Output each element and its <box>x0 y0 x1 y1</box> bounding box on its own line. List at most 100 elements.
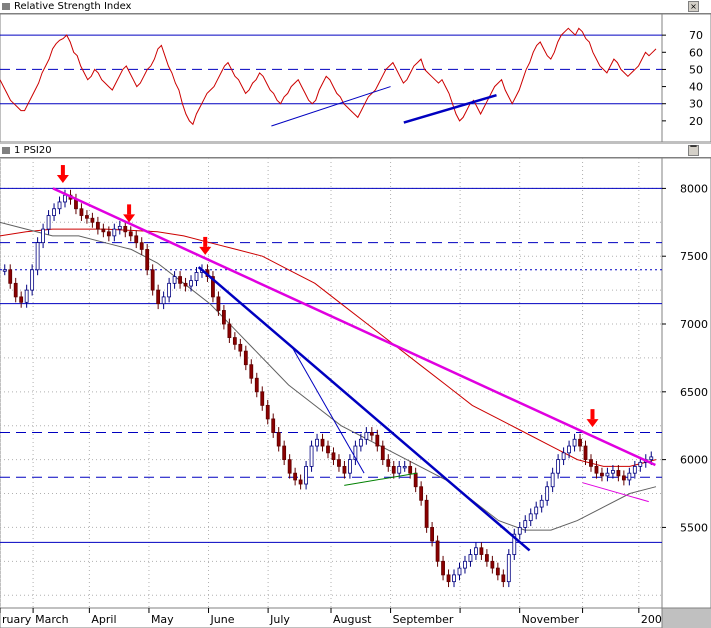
candle-body <box>583 445 588 461</box>
candle-body <box>298 479 303 485</box>
candle-body <box>57 201 62 210</box>
price-chart: 5500 6000 6500 7000 7500 8000 ruary March April M… <box>0 158 711 628</box>
candle-body <box>424 499 429 528</box>
candle-body <box>621 475 626 481</box>
rsi-tick-label: 20 <box>689 115 703 128</box>
candle-body <box>265 404 270 420</box>
price-tick-label: 7500 <box>680 250 708 263</box>
price-tick-label: 6000 <box>680 454 708 467</box>
candle-body <box>348 459 352 474</box>
candle-body <box>479 547 484 555</box>
candle-body <box>282 445 287 461</box>
time-tick-label: July <box>269 613 290 626</box>
candle-body <box>397 465 402 474</box>
time-tick-label: ruary <box>2 613 32 626</box>
candle-body <box>364 432 369 440</box>
price-title: 1 PSI20 <box>14 145 52 156</box>
candle-body <box>320 438 325 447</box>
time-tick-label: August <box>333 613 372 626</box>
candle-body <box>134 235 139 244</box>
candle-body <box>145 249 150 271</box>
candle-body <box>35 242 40 271</box>
rsi-tick-label: 40 <box>689 81 703 94</box>
candle-body <box>463 560 467 569</box>
time-tick-label: May <box>151 613 174 626</box>
time-tick-label: November <box>522 613 580 626</box>
candle-body <box>293 472 298 481</box>
candle-body <box>63 194 67 203</box>
candle-body <box>358 438 363 447</box>
candle-body <box>446 574 451 583</box>
candle-body <box>117 225 122 230</box>
time-tick-label: September <box>393 613 454 626</box>
time-tick-label: March <box>35 613 69 626</box>
candle-body <box>567 445 571 454</box>
candle-body <box>194 272 199 282</box>
rsi-chart: 20 30 40 50 60 70 <box>0 14 711 142</box>
candle-body <box>216 296 221 311</box>
candle-body <box>128 231 133 237</box>
candle-body <box>331 452 336 461</box>
candle-body <box>386 459 391 467</box>
candle-body <box>156 289 161 305</box>
candle-body <box>30 269 35 291</box>
candle-body <box>375 434 380 447</box>
candle-body <box>517 527 522 535</box>
candle-body <box>342 465 347 474</box>
price-tick-label: 6500 <box>680 386 708 399</box>
candle-body <box>41 228 45 244</box>
pane-icon <box>2 3 10 10</box>
candle-body <box>627 472 632 481</box>
candle-body <box>276 432 281 447</box>
candle-body <box>484 554 489 562</box>
time-tick-label: April <box>91 613 116 626</box>
rsi-title: Relative Strength Index <box>14 1 132 12</box>
candle-body <box>254 377 259 393</box>
time-tick-label: 200 <box>641 613 662 626</box>
candle-body <box>539 499 544 508</box>
candle-body <box>441 560 445 576</box>
candle-body <box>123 225 128 233</box>
candle-body <box>534 506 539 515</box>
candle-body <box>611 470 615 474</box>
candle-body <box>309 445 314 467</box>
candle-body <box>243 350 248 366</box>
candle-body <box>649 456 654 461</box>
rsi-axis-area <box>661 14 711 142</box>
candle-body <box>326 445 330 454</box>
candle-body <box>430 527 435 542</box>
candle-body <box>594 465 599 474</box>
candle-body <box>260 391 265 406</box>
price-tick-label: 5500 <box>680 521 708 534</box>
close-icon[interactable]: × <box>688 1 699 12</box>
candle-body <box>545 486 550 501</box>
candle-body <box>90 217 95 223</box>
candle-body <box>556 459 561 474</box>
candle-body <box>402 465 407 469</box>
candle-body <box>249 364 254 379</box>
candle-body <box>139 242 144 250</box>
candle-body <box>8 269 13 284</box>
candle-body <box>501 574 506 583</box>
candle-body <box>150 269 155 291</box>
minimize-icon[interactable]: ▔ <box>688 145 699 156</box>
candle-body <box>106 231 111 237</box>
candle-body <box>178 276 182 284</box>
pane-icon <box>2 147 10 154</box>
candle-body <box>167 282 172 298</box>
candle-body <box>112 228 117 237</box>
candle-body <box>227 323 232 338</box>
candle-body <box>52 208 56 216</box>
candle-body <box>172 276 177 284</box>
candle-body <box>468 554 473 562</box>
candle-body <box>161 296 166 305</box>
candle-body <box>232 337 237 345</box>
candle-body <box>380 445 385 461</box>
candle-body <box>605 472 610 477</box>
candle-body <box>183 282 188 287</box>
candle-body <box>2 269 7 272</box>
rsi-tick-label: 60 <box>689 46 703 59</box>
candle-body <box>413 472 418 488</box>
candle-body <box>452 574 456 583</box>
candle-body <box>572 438 577 447</box>
